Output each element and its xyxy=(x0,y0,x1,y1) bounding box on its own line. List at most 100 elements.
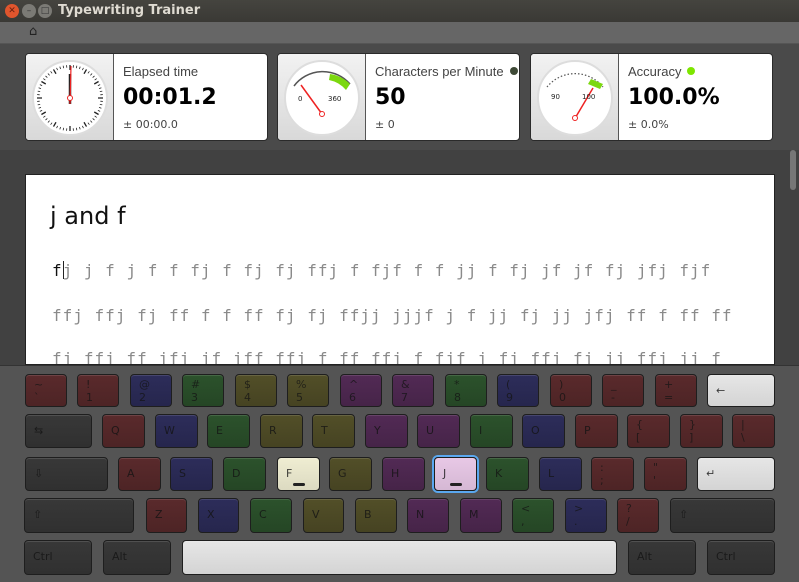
text-line: fj ffj ff jfj jf jff ffj f ff ffj f fjf … xyxy=(52,349,722,365)
stat-label: Accuracy xyxy=(628,64,682,79)
key-u44[interactable]: <, xyxy=(512,498,554,533)
minimize-button[interactable]: – xyxy=(22,4,36,18)
key-v[interactable]: V xyxy=(303,498,344,533)
key-caps-lock[interactable]: ⇩ xyxy=(25,457,108,491)
key-label: ↵ xyxy=(706,467,716,480)
key-base-label: \ xyxy=(741,431,745,444)
key-2[interactable]: @2 xyxy=(130,374,172,407)
key-u46[interactable]: >. xyxy=(565,498,607,533)
key-u61[interactable]: + = xyxy=(655,374,697,407)
key-shift-label: ^ xyxy=(349,378,359,391)
key-shift-label: * xyxy=(454,378,460,391)
key-l[interactable]: L xyxy=(539,457,582,491)
key-label: ⇧ xyxy=(679,508,689,521)
key-label: Q xyxy=(111,424,120,437)
key-u[interactable]: U xyxy=(417,414,460,448)
key-u59[interactable]: :; xyxy=(591,457,634,491)
key-enter[interactable]: ↵ xyxy=(697,457,775,491)
stat-deviation: ± 0 xyxy=(375,118,395,131)
key-z[interactable]: Z xyxy=(146,498,187,533)
key-q[interactable]: Q xyxy=(102,414,145,448)
home-icon[interactable]: ⌂ xyxy=(29,24,37,39)
key-base-label: ] xyxy=(689,431,694,444)
clock-icon xyxy=(32,60,108,136)
key-left-ctrl[interactable]: Ctrl xyxy=(24,540,92,575)
key--[interactable]: _ - xyxy=(602,374,644,407)
key-u96[interactable]: ~ ` xyxy=(25,374,67,407)
key-shift-label: + xyxy=(664,378,674,391)
key-o[interactable]: O xyxy=(522,414,565,448)
key-backspace[interactable]: ← xyxy=(707,374,775,407)
key-shift-label: " xyxy=(653,461,659,474)
key-5[interactable]: % 5 xyxy=(287,374,329,407)
key-f[interactable]: F xyxy=(277,457,320,491)
key-shift-label: _ xyxy=(611,378,617,391)
key-t[interactable]: T xyxy=(312,414,355,448)
scrollbar[interactable] xyxy=(790,150,796,365)
key-right-shift[interactable]: ⇧ xyxy=(670,498,775,533)
key-space[interactable] xyxy=(182,540,617,575)
key-s[interactable]: S xyxy=(170,457,213,491)
key-x[interactable]: X xyxy=(198,498,239,533)
key-left-shift[interactable]: ⇧ xyxy=(24,498,134,533)
key-m[interactable]: M xyxy=(460,498,502,533)
key-label: ← xyxy=(716,384,726,397)
key-1[interactable]: ! 1 xyxy=(77,374,119,407)
key-r[interactable]: R xyxy=(260,414,303,448)
key-7[interactable]: & 7 xyxy=(392,374,434,407)
close-button[interactable]: ✕ xyxy=(5,4,19,18)
key-u92[interactable]: | \ xyxy=(732,414,775,448)
key-g[interactable]: G xyxy=(329,457,372,491)
key-tab[interactable]: ⇆ xyxy=(25,414,92,448)
key-c[interactable]: C xyxy=(250,498,292,533)
key-label: F xyxy=(286,467,293,480)
accuracy-panel: 90 100 Accuracy 100.0% ± 0.0% xyxy=(530,53,773,141)
key-a[interactable]: A xyxy=(118,457,161,491)
key-w[interactable]: W xyxy=(155,414,198,448)
scale-max: 360 xyxy=(328,95,341,103)
key-e[interactable]: E xyxy=(207,414,250,448)
key-j[interactable]: J xyxy=(434,457,477,491)
key-6[interactable]: ^ 6 xyxy=(340,374,382,407)
key-8[interactable]: * 8 xyxy=(445,374,487,407)
key-h[interactable]: H xyxy=(382,457,425,491)
key-label: W xyxy=(164,424,175,437)
key-9[interactable]: (9 xyxy=(497,374,539,407)
key-right-ctrl[interactable]: Ctrl xyxy=(707,540,775,575)
key-u39[interactable]: " ' xyxy=(644,457,687,491)
maximize-button[interactable]: □ xyxy=(38,4,52,18)
key-label: I xyxy=(479,424,483,437)
lesson-title: j and f xyxy=(50,202,126,230)
key-0[interactable]: ) 0 xyxy=(550,374,592,407)
key-4[interactable]: $4 xyxy=(235,374,277,407)
key-i[interactable]: I xyxy=(470,414,513,448)
key-label: A xyxy=(127,467,135,480)
key-right-alt[interactable]: Alt xyxy=(628,540,696,575)
stat-label: Characters per Minute xyxy=(375,64,504,79)
key-n[interactable]: N xyxy=(407,498,449,533)
key-base-label: 3 xyxy=(191,391,198,404)
key-d[interactable]: D xyxy=(223,457,266,491)
key-label: Ctrl xyxy=(716,550,736,563)
key-y[interactable]: Y xyxy=(365,414,408,448)
key-shift-label: # xyxy=(191,378,201,391)
stat-deviation: ± 00:00.0 xyxy=(123,118,178,131)
key-k[interactable]: K xyxy=(486,457,529,491)
key-label: M xyxy=(469,508,479,521)
scrollbar-thumb[interactable] xyxy=(790,150,796,190)
key-p[interactable]: P xyxy=(575,414,618,448)
key-label: B xyxy=(364,508,372,521)
key-label: T xyxy=(321,424,328,437)
lesson-text-area[interactable]: j and f fj j f j f f fj f fj fj ffj f fj… xyxy=(25,174,775,365)
key-u93[interactable]: }] xyxy=(680,414,723,448)
key-left-alt[interactable]: Alt xyxy=(103,540,171,575)
accuracy-meter-icon: 90 100 xyxy=(537,60,613,136)
key-shift-label: % xyxy=(296,378,307,391)
key-label: Ctrl xyxy=(33,550,53,563)
key-label: ⇆ xyxy=(34,424,44,437)
key-u91[interactable]: {[ xyxy=(627,414,670,448)
key-b[interactable]: B xyxy=(355,498,397,533)
key-3[interactable]: #3 xyxy=(182,374,224,407)
key-label: L xyxy=(548,467,555,480)
key-u47[interactable]: ? / xyxy=(617,498,659,533)
